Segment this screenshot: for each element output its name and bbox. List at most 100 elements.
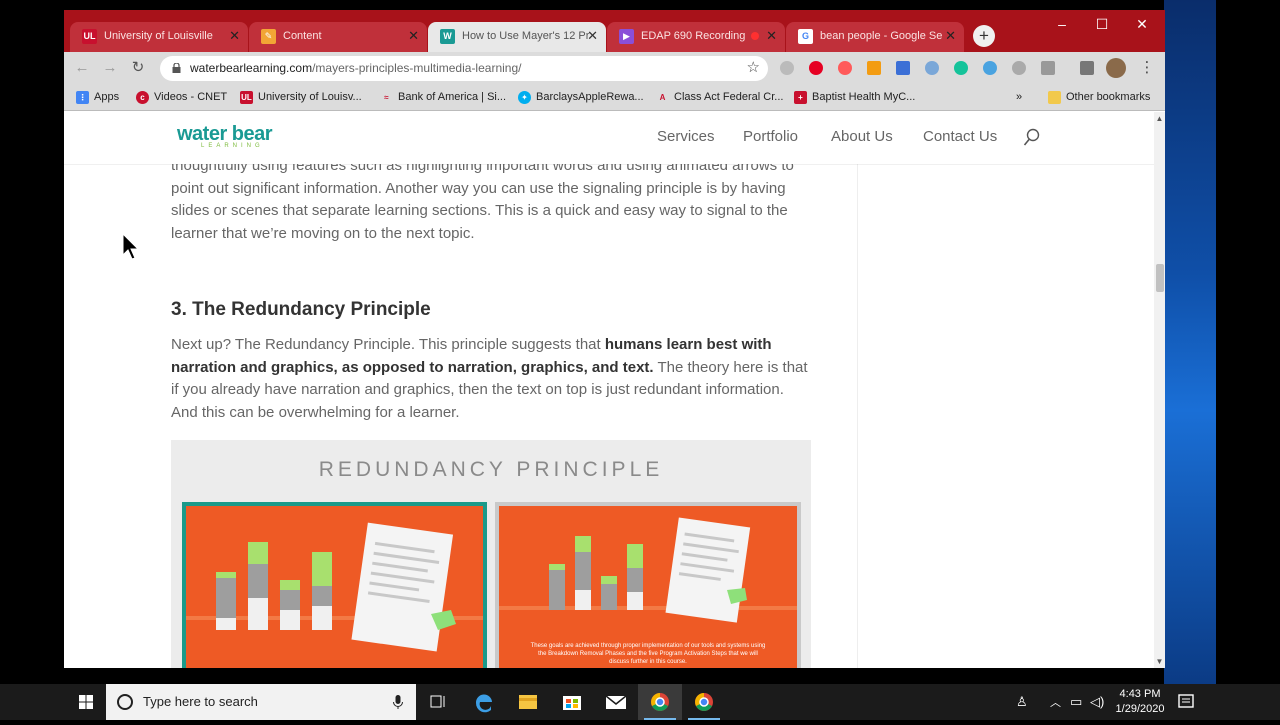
windows-start-icon[interactable] xyxy=(70,684,102,720)
windows-taskbar: Type here to search ♙ ︿ ▭ ◁) 4:43 PM 1/2… xyxy=(0,684,1280,720)
maximize-button[interactable]: ☐ xyxy=(1082,14,1122,36)
address-bar[interactable]: waterbearlearning.com/mayers-principles-… xyxy=(160,56,768,81)
extension-icon[interactable] xyxy=(780,61,794,75)
system-clock[interactable]: 4:43 PM 1/29/2020 xyxy=(1112,687,1168,717)
scroll-down-icon[interactable]: ▼ xyxy=(1154,657,1165,666)
microsoft-store-icon[interactable] xyxy=(550,684,594,720)
tab-close-icon[interactable]: ✕ xyxy=(229,22,240,50)
page-scrollbar[interactable]: ▲ ▼ xyxy=(1154,112,1165,668)
menu-icon[interactable]: ⋮ xyxy=(1137,58,1157,78)
apps-grid-icon: ⋮ xyxy=(76,91,89,104)
google-favicon-icon: G xyxy=(798,29,813,44)
browser-toolbar: ← → ↻ waterbearlearning.com/mayers-princ… xyxy=(64,52,1165,84)
bookmark-class-act[interactable]: A Class Act Federal Cr... xyxy=(656,84,784,111)
scroll-up-icon[interactable]: ▲ xyxy=(1154,114,1165,123)
redundancy-principle-illustration: REDUNDANCY PRINCIPLE These goals are ach… xyxy=(171,440,811,668)
microphone-icon[interactable] xyxy=(392,694,404,710)
forward-icon[interactable]: → xyxy=(100,58,120,78)
bookmark-label: Bank of America | Si... xyxy=(398,91,507,103)
bookmark-apps[interactable]: ⋮ Apps xyxy=(76,84,119,111)
scrollbar-thumb[interactable] xyxy=(1156,264,1164,292)
tab-content[interactable]: ✎ Content ✕ xyxy=(249,22,427,52)
reading-list-icon[interactable] xyxy=(1080,61,1094,75)
taskbar-search-placeholder: Type here to search xyxy=(143,694,258,709)
tab-title: How to Use Mayer's 12 Pr xyxy=(462,30,590,42)
profile-avatar[interactable] xyxy=(1106,58,1126,78)
reload-icon[interactable]: ↻ xyxy=(128,58,148,78)
bank-of-america-icon: ≈ xyxy=(384,93,389,102)
extension-icon[interactable] xyxy=(1041,61,1055,75)
cortana-circle-icon xyxy=(117,694,133,710)
mouse-cursor-icon xyxy=(122,233,140,260)
tab-mayers-principles[interactable]: W How to Use Mayer's 12 Pr ✕ xyxy=(428,22,606,52)
tab-title: bean people - Google Se xyxy=(820,30,943,42)
extension-icon[interactable] xyxy=(925,61,939,75)
tab-close-icon[interactable]: ✕ xyxy=(766,22,777,50)
bookmark-bank-of-america[interactable]: ≈ Bank of America | Si... xyxy=(380,84,506,111)
web-page: thoughtfully using features such as high… xyxy=(64,112,1154,668)
other-bookmarks-folder[interactable]: Other bookmarks xyxy=(1048,84,1150,111)
grammarly-icon[interactable] xyxy=(954,61,968,75)
search-icon[interactable] xyxy=(1023,128,1041,148)
mail-icon[interactable] xyxy=(594,684,638,720)
task-view-icon[interactable] xyxy=(416,684,460,720)
volume-icon[interactable]: ◁) xyxy=(1090,694,1104,710)
article-paragraph: Next up? The Redundancy Principle. This … xyxy=(171,334,811,424)
pinterest-icon[interactable] xyxy=(809,61,823,75)
nav-services[interactable]: Services xyxy=(657,128,715,145)
edge-icon[interactable] xyxy=(462,684,506,720)
figure-caption: These goals are achieved through proper … xyxy=(530,643,766,665)
extension-icon[interactable] xyxy=(1012,61,1026,75)
network-icon[interactable]: ▭ xyxy=(1070,694,1082,710)
play-favicon-icon: ▶ xyxy=(619,29,634,44)
bookmark-cnet[interactable]: c Videos - CNET xyxy=(136,84,227,111)
new-tab-button[interactable]: + xyxy=(973,25,995,47)
cnet-icon: c xyxy=(136,91,149,104)
pencil-favicon-icon: ✎ xyxy=(261,29,276,44)
tab-university-of-louisville[interactable]: UL University of Louisville ✕ xyxy=(70,22,248,52)
bookmark-barclays[interactable]: ✦ BarclaysAppleRewa... xyxy=(518,84,644,111)
graphics-only-panel xyxy=(182,502,487,668)
chrome-taskbar-icon-active[interactable] xyxy=(638,684,682,720)
tab-title: University of Louisville xyxy=(104,30,213,42)
logo-subtitle: LEARNING xyxy=(201,143,264,149)
back-icon[interactable]: ← xyxy=(72,58,92,78)
chrome-taskbar-icon[interactable] xyxy=(682,684,726,720)
rss-icon[interactable] xyxy=(867,61,881,75)
bookmark-label: Videos - CNET xyxy=(154,91,228,103)
bar-chart-and-document-icon xyxy=(186,522,483,652)
tab-close-icon[interactable]: ✕ xyxy=(408,22,419,50)
bookmarks-bar: ⋮ Apps c Videos - CNET UL University of … xyxy=(64,84,1165,111)
site-header: water bear LEARNING Services Portfolio A… xyxy=(64,112,1154,164)
w-favicon-icon: W xyxy=(440,29,455,44)
tab-close-icon[interactable]: ✕ xyxy=(587,22,598,50)
file-explorer-icon[interactable] xyxy=(506,684,550,720)
bookmarks-overflow-button[interactable]: » xyxy=(1016,84,1022,111)
show-hidden-icons-chevron-icon[interactable]: ︿ xyxy=(1050,694,1061,710)
bookmark-uofl[interactable]: UL University of Louisv... xyxy=(240,84,362,111)
bookmark-star-icon[interactable]: ☆ xyxy=(747,58,760,76)
bookmark-label: Baptist Health MyC... xyxy=(812,91,916,103)
tab-close-icon[interactable]: ✕ xyxy=(945,22,956,50)
location-extension-icon[interactable] xyxy=(983,61,997,75)
people-icon[interactable]: ♙ xyxy=(1016,694,1028,710)
nav-portfolio[interactable]: Portfolio xyxy=(743,128,798,145)
recording-indicator-icon xyxy=(751,32,759,40)
taskbar-search-box[interactable]: Type here to search xyxy=(106,684,416,720)
ul-favicon-icon: UL xyxy=(82,29,97,44)
desktop-wallpaper xyxy=(1164,0,1216,684)
bookmark-label: BarclaysAppleRewa... xyxy=(536,91,644,103)
video-extension-icon[interactable] xyxy=(838,61,852,75)
nav-about-us[interactable]: About Us xyxy=(831,128,893,145)
tab-edap-recording[interactable]: ▶ EDAP 690 Recording ✕ xyxy=(607,22,785,52)
close-window-button[interactable]: ✕ xyxy=(1122,14,1162,36)
bookmark-baptist-health[interactable]: + Baptist Health MyC... xyxy=(794,84,915,111)
folder-icon xyxy=(1048,91,1061,104)
bookmark-label: University of Louisv... xyxy=(258,91,362,103)
minimize-button[interactable]: – xyxy=(1042,14,1082,36)
action-center-icon[interactable] xyxy=(1177,693,1195,711)
tab-google-search[interactable]: G bean people - Google Se ✕ xyxy=(786,22,964,52)
calendar-extension-icon[interactable] xyxy=(896,61,910,75)
nav-contact-us[interactable]: Contact Us xyxy=(923,128,997,145)
bookmark-label: Other bookmarks xyxy=(1066,91,1151,103)
